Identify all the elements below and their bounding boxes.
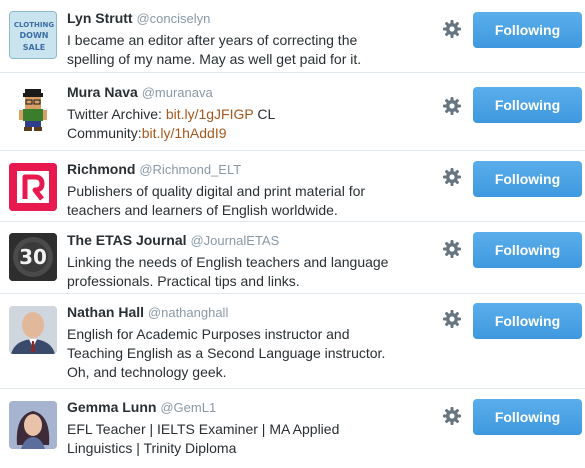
user-handle[interactable]: @Richmond_ELT xyxy=(139,162,241,177)
following-list: CLOTHING DOWN SALE Lyn Strutt @concisely… xyxy=(0,0,585,468)
svg-text:DOWN: DOWN xyxy=(20,31,49,40)
following-button[interactable]: Following xyxy=(473,303,582,339)
gear-icon[interactable] xyxy=(441,308,463,330)
user-bio: Publishers of quality digital and print … xyxy=(67,183,366,218)
user-bio: I became an editor after years of correc… xyxy=(67,32,362,67)
user-row: Nathan Hall @nathanghall English for Aca… xyxy=(0,294,585,389)
etas-anniversary-image: 30 xyxy=(9,233,57,281)
user-bio: Twitter Archive: bit.ly/1gJFIGP CL Commu… xyxy=(67,106,276,141)
gear-icon[interactable] xyxy=(441,405,463,427)
user-name[interactable]: Mura Nava xyxy=(67,84,138,100)
gear-icon[interactable] xyxy=(441,18,463,40)
user-row: CLOTHING DOWN SALE Lyn Strutt @concisely… xyxy=(0,0,585,73)
following-button[interactable]: Following xyxy=(473,161,582,197)
user-info: Mura Nava @muranava Twitter Archive: bit… xyxy=(67,83,407,143)
bio-link[interactable]: bit.ly/1hAddI9 xyxy=(142,125,227,141)
user-row: 30 The ETAS Journal @JournalETAS Linking… xyxy=(0,222,585,294)
richmond-logo-image xyxy=(9,163,57,211)
user-name[interactable]: The ETAS Journal xyxy=(67,232,187,248)
user-info: The ETAS Journal @JournalETAS Linking th… xyxy=(67,231,407,291)
profile-photo-image xyxy=(9,401,57,449)
user-handle[interactable]: @muranava xyxy=(142,85,213,100)
gear-icon[interactable] xyxy=(441,238,463,260)
gear-icon[interactable] xyxy=(441,95,463,117)
following-button[interactable]: Following xyxy=(473,232,582,268)
user-info: Nathan Hall @nathanghall English for Aca… xyxy=(67,303,407,382)
user-info: Lyn Strutt @conciselyn I became an edito… xyxy=(67,9,407,69)
user-handle[interactable]: @JournalETAS xyxy=(190,233,279,248)
user-name[interactable]: Richmond xyxy=(67,161,135,177)
user-info: Gemma Lunn @GemL1 EFL Teacher | IELTS Ex… xyxy=(67,398,407,458)
user-row: Gemma Lunn @GemL1 EFL Teacher | IELTS Ex… xyxy=(0,389,585,468)
user-handle[interactable]: @nathanghall xyxy=(148,305,228,320)
user-bio: English for Academic Purposes instructor… xyxy=(67,326,386,380)
user-info: Richmond @Richmond_ELT Publishers of qua… xyxy=(67,160,407,220)
clothing-sale-sign-image: CLOTHING DOWN SALE xyxy=(10,12,56,58)
avatar[interactable]: 30 xyxy=(9,233,57,281)
user-name[interactable]: Nathan Hall xyxy=(67,304,144,320)
user-handle[interactable]: @conciselyn xyxy=(136,11,210,26)
profile-photo-image xyxy=(9,306,57,354)
user-handle[interactable]: @GemL1 xyxy=(160,400,216,415)
avatar[interactable] xyxy=(9,85,57,133)
gear-icon[interactable] xyxy=(441,166,463,188)
user-bio: EFL Teacher | IELTS Examiner | MA Applie… xyxy=(67,421,340,456)
user-row: Mura Nava @muranava Twitter Archive: bit… xyxy=(0,73,585,151)
svg-text:CLOTHING: CLOTHING xyxy=(14,21,54,29)
bio-link[interactable]: bit.ly/1gJFIGP xyxy=(166,106,254,122)
user-name[interactable]: Lyn Strutt xyxy=(67,10,133,26)
svg-text:SALE: SALE xyxy=(23,43,46,52)
user-bio: Linking the needs of English teachers an… xyxy=(67,254,389,289)
pixel-character-image xyxy=(19,89,47,131)
following-button[interactable]: Following xyxy=(473,12,582,48)
avatar[interactable] xyxy=(9,401,57,449)
avatar[interactable] xyxy=(9,163,57,211)
user-row: Richmond @Richmond_ELT Publishers of qua… xyxy=(0,151,585,222)
following-button[interactable]: Following xyxy=(473,87,582,123)
avatar[interactable]: CLOTHING DOWN SALE xyxy=(9,11,57,59)
user-name[interactable]: Gemma Lunn xyxy=(67,399,156,415)
avatar[interactable] xyxy=(9,306,57,354)
following-button[interactable]: Following xyxy=(473,399,582,435)
svg-text:30: 30 xyxy=(19,245,47,269)
